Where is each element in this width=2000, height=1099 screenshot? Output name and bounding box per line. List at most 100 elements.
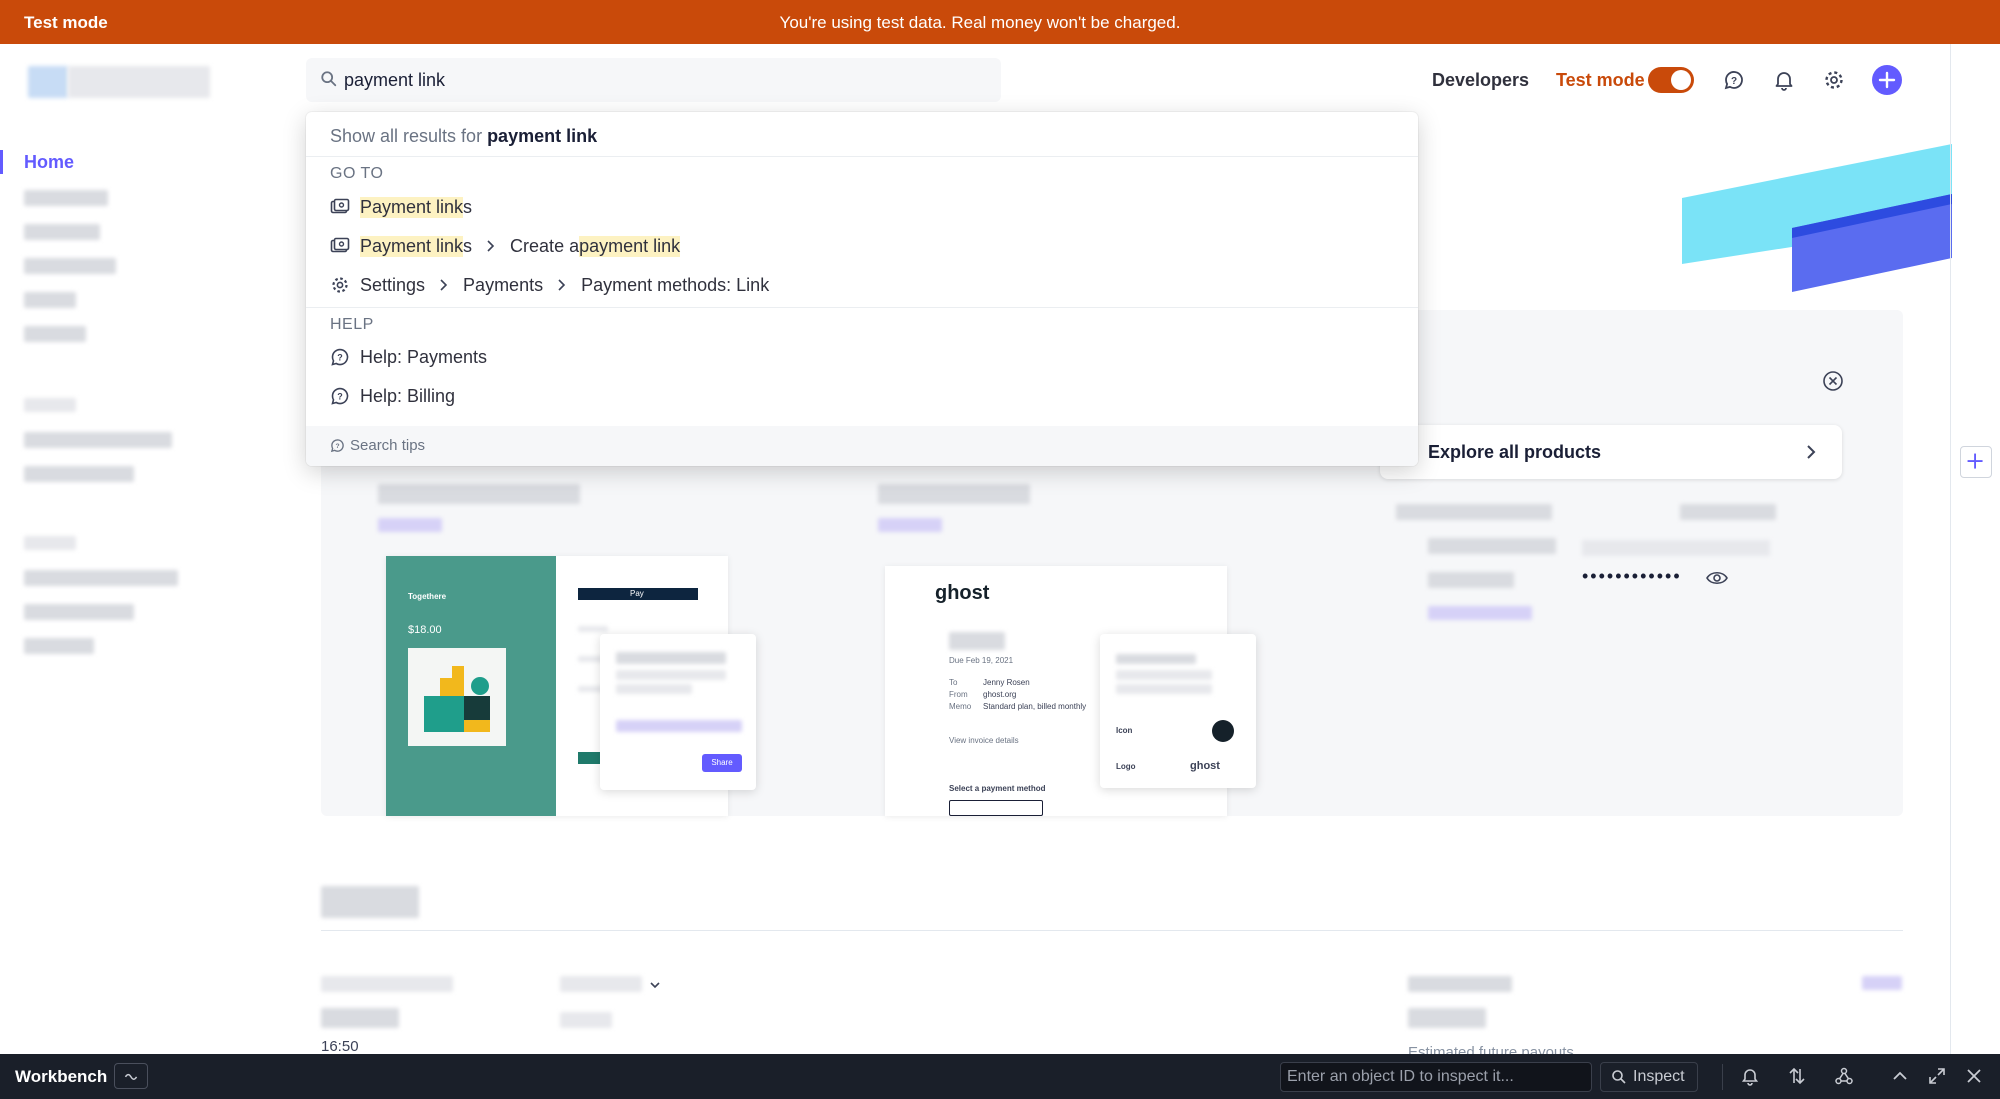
crumb-payment-methods: Payment methods: Link [581,274,770,295]
explore-all-products-button[interactable]: Explore all products [1380,425,1842,479]
active-indicator [0,150,3,174]
card-link[interactable] [878,518,942,532]
create-button[interactable] [1872,65,1902,95]
help-heading: HELP [330,316,374,333]
svg-text:?: ? [335,443,339,450]
divider [1722,1064,1723,1090]
account-name[interactable] [68,66,210,98]
card-link[interactable] [378,518,442,532]
help-icon[interactable]: ? [1722,68,1746,92]
result-create-payment-link[interactable]: Payment link s Create a payment link [330,233,681,259]
search-icon [1612,1070,1626,1084]
sidebar-item[interactable] [24,258,116,274]
workbench-toggle-button[interactable] [114,1063,148,1089]
test-mode-label: Test mode [1556,70,1645,90]
highlight-match: Payment link [360,196,464,218]
memo-value: Standard plan, billed monthly [983,702,1087,711]
card-title [878,484,1030,504]
search-input[interactable] [344,58,984,102]
chevron-up-icon[interactable] [1890,1066,1910,1086]
balance-label [1408,976,1512,992]
sidebar-item[interactable] [24,432,172,448]
eye-icon[interactable] [1706,568,1728,588]
gear-icon[interactable] [1822,68,1846,92]
plus-icon [1967,453,1983,469]
developers-link[interactable]: Developers [1432,70,1529,91]
account-logo[interactable] [28,66,68,98]
result-payment-methods-link[interactable]: Settings Payments Payment methods: Link [330,272,769,298]
crumb-payments: Payments [463,274,544,295]
product-image [408,648,506,746]
sidebar-item-home[interactable]: Home [24,152,74,173]
search-tips-label: Search tips [350,437,426,454]
object-id-input[interactable] [1280,1062,1592,1092]
chevron-down-icon[interactable] [648,978,662,992]
help-icon: ? [331,387,349,405]
view-link[interactable] [1862,976,1902,990]
result-help-billing[interactable]: ? Help: Billing [330,383,455,409]
webhooks-icon[interactable] [1834,1066,1854,1086]
highlight-match: payment link [579,235,681,257]
dropdown-footer: ? Search tips [306,426,1418,466]
sidebar-item[interactable] [24,604,134,620]
search-results-dropdown: Show all results for payment link GO TO … [306,112,1418,466]
section-divider [321,930,1903,931]
card-title [378,484,580,504]
sidebar-item[interactable] [24,190,108,206]
result-payment-links[interactable]: Payment link s [330,194,472,220]
workbench-title: Workbench [15,1067,108,1086]
secret-key-masked: •••••••••••• [1582,566,1682,586]
sidebar-item[interactable] [24,224,100,240]
pay-button: Pay [578,588,698,600]
workbench-bar: Workbench Inspect [0,1054,2000,1099]
tilde-icon [124,1073,138,1080]
bell-icon[interactable] [1772,68,1796,92]
to-value: Jenny Rosen [983,678,1030,687]
preview-brand: Togethere [408,592,447,601]
popup-text [1116,654,1196,664]
checkout-panel: Togethere $18.00 [386,556,556,816]
sidebar-item[interactable] [24,466,134,482]
popup-text [1116,684,1212,694]
metric-label [321,976,453,992]
test-mode-toggle[interactable] [1648,67,1694,93]
search-tips-link[interactable]: ? Search tips [330,437,425,454]
sidebar-item[interactable] [24,638,94,654]
search-icon [321,71,337,87]
popup-text [616,684,692,694]
result-text: Create a [510,235,580,256]
sidebar-item[interactable] [24,326,86,342]
share-popup: Share [600,634,756,790]
divider [306,156,1418,157]
right-edge-divider [1950,44,1951,1054]
share-button: Share [702,754,742,772]
sidebar-item[interactable] [24,292,76,308]
product-art-icon [424,666,490,732]
ghost-logo: ghost [935,582,990,604]
card-link[interactable] [1428,606,1532,620]
sidebar-item[interactable] [24,570,178,586]
memo-label: Memo [949,702,972,711]
search-bar[interactable] [306,58,1001,102]
plus-icon [1878,71,1896,89]
result-help-payments[interactable]: ? Help: Payments [330,344,487,370]
inspect-label: Inspect [1633,1068,1685,1085]
help-icon: ? [330,439,344,453]
expand-icon[interactable] [1927,1066,1947,1086]
transfer-arrows-icon[interactable] [1787,1066,1807,1086]
sidebar: Home [0,44,270,1054]
metric-selector[interactable] [560,976,642,992]
from-value: ghost.org [983,690,1017,699]
close-icon[interactable] [1964,1066,1984,1086]
pay-label: Pay [630,589,644,598]
add-panel-button[interactable] [1960,446,1992,478]
logo-value: ghost [1190,760,1220,772]
bell-icon[interactable] [1740,1066,1760,1086]
divider [306,307,1418,308]
show-all-results[interactable]: Show all results for payment link [330,126,1418,147]
close-icon[interactable] [1822,370,1844,392]
time-label: 16:50 [321,1038,359,1055]
inspect-button[interactable]: Inspect [1600,1062,1698,1092]
branding-popup: Icon Logo ghost [1100,634,1256,788]
popup-text [616,652,726,664]
